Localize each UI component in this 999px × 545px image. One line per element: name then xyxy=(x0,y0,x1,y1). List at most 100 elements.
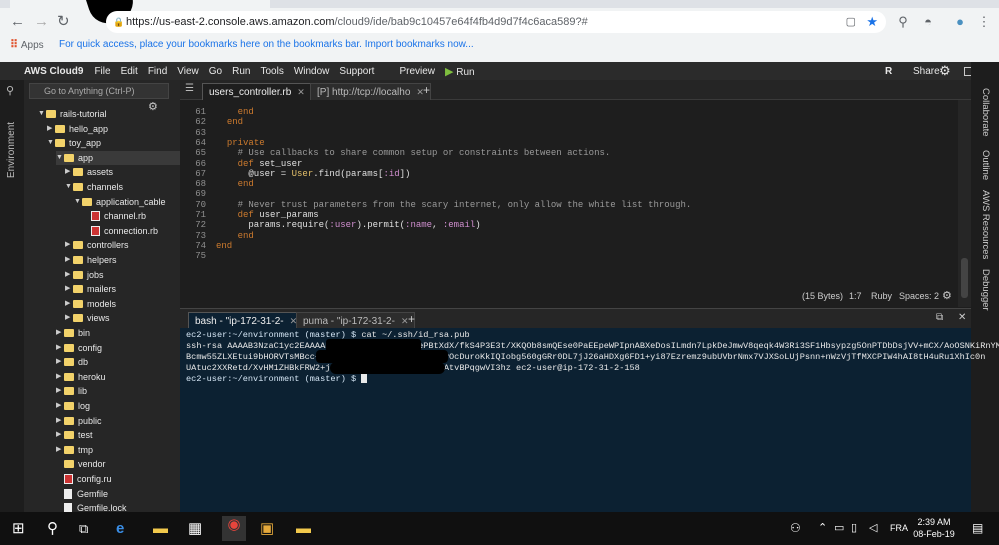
calculator-icon[interactable]: ▦ xyxy=(188,520,202,537)
close-pane-icon[interactable]: ✕ xyxy=(958,312,966,323)
tree-item[interactable]: ▶ hello_app xyxy=(47,122,180,136)
new-terminal-button[interactable]: + xyxy=(408,312,415,326)
volume-icon[interactable]: ◁ xyxy=(869,520,877,537)
tab-users-controller[interactable]: users_controller.rb ✕ xyxy=(202,83,312,100)
collapsed-arrow-icon[interactable]: ▶ xyxy=(65,297,73,311)
maximize-pane-icon[interactable]: ⧉ xyxy=(936,312,943,323)
battery-icon[interactable]: ▯ xyxy=(851,520,857,537)
folder-icon[interactable]: ▬ xyxy=(296,520,311,537)
tree-item[interactable]: ▼ application_cable xyxy=(74,195,180,209)
task-view-icon[interactable]: ⧉ xyxy=(79,520,88,537)
collapsed-arrow-icon[interactable]: ▶ xyxy=(56,414,64,428)
user-initial[interactable]: R xyxy=(885,66,892,77)
close-window-button[interactable] xyxy=(953,0,999,8)
cloud9-brand[interactable]: AWS Cloud9 xyxy=(0,66,89,77)
profile-avatar-icon[interactable]: ● xyxy=(952,14,968,30)
tree-item[interactable]: ▶ heroku xyxy=(56,370,180,384)
tree-item[interactable]: vendor xyxy=(56,457,180,471)
tree-item[interactable]: config.ru xyxy=(56,472,180,486)
expanded-arrow-icon[interactable]: ▼ xyxy=(38,107,46,121)
environment-panel-tab[interactable]: Environment xyxy=(6,110,17,190)
tree-item[interactable]: ▶ log xyxy=(56,399,180,413)
tree-item[interactable]: ▶ helpers xyxy=(65,253,180,267)
menu-find[interactable]: Find xyxy=(143,66,172,77)
incognito-icon[interactable]: ◓ xyxy=(920,14,936,30)
windows-start-icon[interactable]: ⊞ xyxy=(12,520,25,537)
collapsed-arrow-icon[interactable]: ▶ xyxy=(56,428,64,442)
menu-file[interactable]: File xyxy=(89,66,115,77)
tab-list-icon[interactable]: ☰ xyxy=(185,83,194,94)
panel-collaborate[interactable]: Collaborate xyxy=(980,88,991,137)
collapsed-arrow-icon[interactable]: ▶ xyxy=(65,311,73,325)
tree-item[interactable]: ▶ db xyxy=(56,355,180,369)
tree-item[interactable]: ▶ public xyxy=(56,414,180,428)
menu-support[interactable]: Support xyxy=(334,66,379,77)
tree-item[interactable]: ▶ models xyxy=(65,297,180,311)
menu-edit[interactable]: Edit xyxy=(116,66,143,77)
reload-icon[interactable]: ↻ xyxy=(57,14,70,30)
address-bar[interactable]: 🔒 https://us-east-2.console.aws.amazon.c… xyxy=(106,11,886,33)
tree-item[interactable]: ▼ rails-tutorial xyxy=(38,107,180,121)
indentation[interactable]: Spaces: 2 xyxy=(899,288,939,305)
cursor-position[interactable]: 1:7 xyxy=(849,288,862,305)
collapsed-arrow-icon[interactable]: ▶ xyxy=(47,122,55,136)
browser-tab[interactable] xyxy=(10,0,270,8)
notifications-icon[interactable]: ▤ xyxy=(972,520,983,537)
tree-item[interactable]: ▶ jobs xyxy=(65,268,180,282)
collapsed-arrow-icon[interactable]: ▶ xyxy=(56,370,64,384)
clock[interactable]: 2:39 AM 08-Feb-19 xyxy=(910,516,958,540)
tree-item[interactable]: ▶ mailers xyxy=(65,282,180,296)
extension-icon[interactable]: ⚲ xyxy=(895,14,911,30)
back-icon[interactable]: ← xyxy=(10,14,25,30)
preferences-gear-icon[interactable]: ⚙ xyxy=(939,63,951,79)
menu-go[interactable]: Go xyxy=(204,66,227,77)
tree-item[interactable]: ▶ assets xyxy=(65,165,180,179)
collapsed-arrow-icon[interactable]: ▶ xyxy=(56,341,64,355)
menu-dots-icon[interactable]: ⋮ xyxy=(976,14,992,30)
tree-item[interactable]: ▶ tmp xyxy=(56,443,180,457)
search-icon[interactable]: ⚲ xyxy=(47,520,58,537)
minimize-button[interactable] xyxy=(861,0,907,8)
bookmark-page-icon[interactable]: ▢ xyxy=(846,11,856,33)
apps-shortcut[interactable]: ⠿ Apps xyxy=(10,36,44,55)
language-mode[interactable]: Ruby xyxy=(871,288,892,305)
tree-item[interactable]: Gemfile xyxy=(56,487,180,501)
collapsed-arrow-icon[interactable]: ▶ xyxy=(65,165,73,179)
collapsed-arrow-icon[interactable]: ▶ xyxy=(56,443,64,457)
menu-run[interactable]: Run xyxy=(227,66,255,77)
expanded-arrow-icon[interactable]: ▼ xyxy=(74,195,82,209)
tab-puma[interactable]: puma - "ip-172-31-2- ✕ xyxy=(296,312,416,329)
menu-window[interactable]: Window xyxy=(289,66,335,77)
tray-chevron-icon[interactable]: ⌃ xyxy=(818,520,827,537)
editor-scrollbar[interactable] xyxy=(958,100,971,307)
run-button[interactable]: ▶ Run xyxy=(440,65,480,78)
tree-item[interactable]: ▶ test xyxy=(56,428,180,442)
close-tab-icon[interactable]: ✕ xyxy=(297,87,305,97)
tree-item[interactable]: ▶ lib xyxy=(56,384,180,398)
network-icon[interactable]: ▭ xyxy=(834,520,844,537)
scroll-thumb[interactable] xyxy=(961,258,968,298)
app-icon[interactable]: ▣ xyxy=(260,520,274,537)
tree-item[interactable]: channel.rb xyxy=(83,209,180,223)
collapsed-arrow-icon[interactable]: ▶ xyxy=(65,268,73,282)
expanded-arrow-icon[interactable]: ▼ xyxy=(47,136,55,150)
collapsed-arrow-icon[interactable]: ▶ xyxy=(56,399,64,413)
edge-browser-icon[interactable]: e xyxy=(116,520,124,537)
tree-item[interactable]: connection.rb xyxy=(83,224,180,238)
tree-item[interactable]: ▶ controllers xyxy=(65,238,180,252)
expanded-arrow-icon[interactable]: ▼ xyxy=(65,180,73,194)
collapsed-arrow-icon[interactable]: ▶ xyxy=(65,282,73,296)
collapsed-arrow-icon[interactable]: ▶ xyxy=(56,355,64,369)
collapsed-arrow-icon[interactable]: ▶ xyxy=(56,326,64,340)
input-language[interactable]: FRA xyxy=(890,520,908,537)
file-explorer-icon[interactable]: ▬ xyxy=(153,520,168,537)
star-icon[interactable]: ★ xyxy=(866,11,878,33)
share-button[interactable]: Share xyxy=(913,66,940,77)
chrome-app-icon[interactable]: ◉ xyxy=(222,516,246,541)
tab-bash[interactable]: bash - "ip-172-31-2- ✕ xyxy=(188,312,305,329)
menu-tools[interactable]: Tools xyxy=(255,66,288,77)
tab-preview[interactable]: [P] http://tcp://localho ✕ xyxy=(310,83,431,100)
tree-item[interactable]: ▼ channels xyxy=(65,180,180,194)
forward-icon[interactable]: → xyxy=(34,14,49,30)
collapsed-arrow-icon[interactable]: ▶ xyxy=(56,384,64,398)
